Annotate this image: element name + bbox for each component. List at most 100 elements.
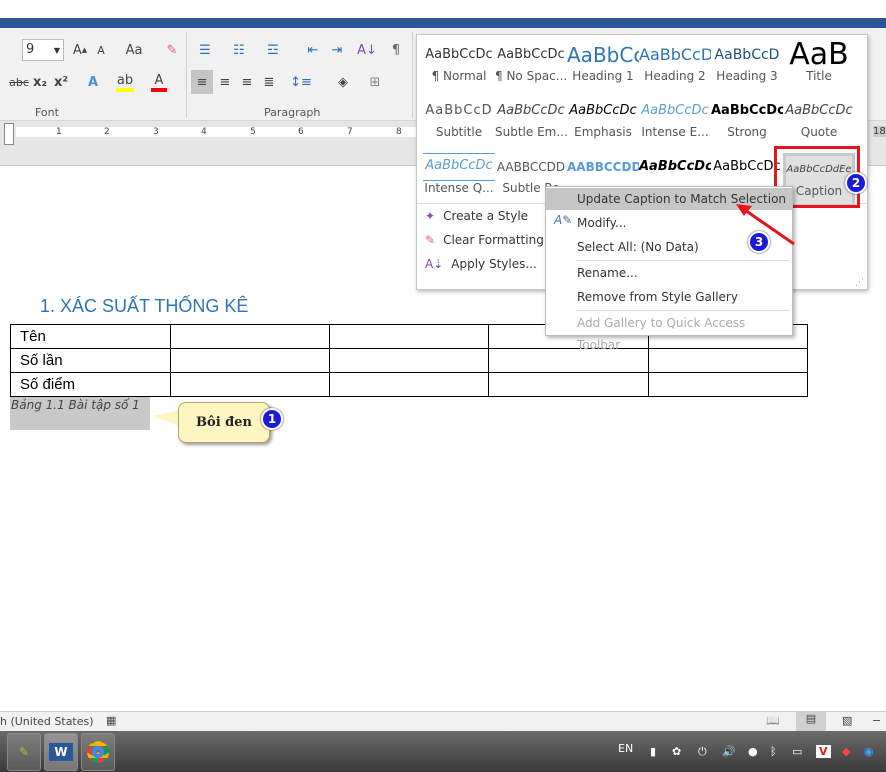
style-preview: AaBbCcDc [497,103,565,118]
gallery-command-apply-styles[interactable]: A⇣ Apply Styles... [425,257,537,271]
web-layout-icon[interactable]: ▧ [842,714,852,727]
subscript-icon[interactable]: x₂ [32,72,48,92]
menu-divider [576,310,790,311]
highlight-color-icon[interactable]: ab [116,72,134,92]
table-cell[interactable] [169,372,330,397]
increase-indent-icon[interactable]: ⇥ [326,40,348,60]
selected-caption[interactable]: Bảng 1.1 Bài tập số 1 [10,397,150,430]
network-icon[interactable]: ▮ [650,745,656,758]
table-cell[interactable] [328,372,490,397]
volume-icon[interactable]: 🔊 [722,745,736,758]
style-emphasis[interactable]: AaBbCcDc Emphasis [567,97,639,151]
table-cell[interactable]: Tên [10,324,171,349]
text-effects-icon[interactable]: A [84,72,102,92]
style-name: Heading 2 [644,69,706,83]
style-preview: AaB [789,41,849,69]
style-heading-1[interactable]: AaBbCc Heading 1 [567,41,639,95]
style-strong[interactable]: AaBbCcDc Strong [711,97,783,151]
style-preview: AaBbCcD [639,45,711,64]
multilevel-list-icon[interactable]: ☲ [262,40,284,60]
bullets-icon[interactable]: ☰ [194,40,216,60]
strikethrough-icon[interactable]: abc [8,72,30,92]
numbering-icon[interactable]: ☷ [228,40,250,60]
tray-app-icon[interactable]: ✿ [672,745,681,758]
table-cell[interactable] [488,372,649,397]
status-bar: h (United States) ▦ 📖 ▤ ▧ − [0,711,886,731]
line-spacing-icon[interactable]: ↕≡ [290,72,312,92]
menu-item-add-gallery-qat: Add Gallery to Quick Access Toolbar [577,316,746,352]
language-indicator[interactable]: EN [618,742,633,755]
table-cell[interactable] [169,324,330,349]
table-cell[interactable] [328,348,490,373]
style-title[interactable]: AaB Title [783,41,855,95]
style-normal[interactable]: AaBbCcDc ¶ Normal [423,41,495,95]
style-intense-q[interactable]: AaBbCcDc Intense Q... [423,153,495,207]
table-cell[interactable] [647,348,809,373]
table-cell[interactable] [647,372,809,397]
gallery-command-clear-formatting[interactable]: ✎ Clear Formatting [425,233,544,247]
indent-marker[interactable] [4,123,14,145]
table-cell[interactable] [488,348,649,373]
borders-icon[interactable]: ⊞ [367,72,383,92]
style-name: Subtle Em... [495,125,567,139]
clear-formatting-icon[interactable]: ✎ [162,40,182,60]
align-left-icon[interactable]: ≡ [191,70,213,94]
tray-app-icon[interactable]: ● [748,745,758,758]
unikey-icon[interactable]: V [816,745,831,758]
style-heading-2[interactable]: AaBbCcD Heading 2 [639,41,711,95]
print-layout-icon[interactable]: ▤ [796,712,826,731]
step-badge-2: 2 [845,172,867,194]
callout-tail [152,410,180,426]
show-paragraph-marks-icon[interactable]: ¶ [388,40,404,60]
shading-icon[interactable]: ◈ [333,72,353,92]
style-preview: AaBbCcDc [569,103,637,118]
power-icon[interactable]: ⏻ [698,745,707,759]
taskbar-app-word[interactable]: W [44,733,78,771]
grow-font-icon[interactable]: A ▲ [70,40,90,60]
read-mode-icon[interactable]: 📖 [766,714,780,727]
table-cell[interactable]: Số điểm [10,372,171,397]
style-no-spac[interactable]: AaBbCcDc ¶ No Spac... [495,41,567,95]
callout-label: Bôi đen [178,402,270,443]
divider [186,32,187,118]
style-name: ¶ Normal [431,69,487,83]
language-status[interactable]: h (United States) [0,715,94,728]
tray-app-icon[interactable]: ◆ [842,745,850,758]
horizontal-ruler[interactable]: 1 2 3 4 5 6 7 8 [16,127,416,137]
style-subtitle[interactable]: AaBbCcD Subtitle [423,97,495,151]
taskbar-app-chrome[interactable] [81,733,115,771]
taskbar-app-notepadpp[interactable]: ✎ [7,733,41,771]
create-style-icon: ✦ [425,209,436,223]
macro-icon[interactable]: ▦ [106,714,116,727]
style-name: Quote [800,125,838,139]
table-cell[interactable] [328,324,490,349]
superscript-icon[interactable]: x² [53,72,69,92]
menu-item-remove-from-gallery[interactable]: Remove from Style Gallery [546,286,792,308]
menu-item-rename[interactable]: Rename... [546,262,792,284]
sort-icon[interactable]: A↓ [357,40,377,60]
usb-icon[interactable]: ▭ [792,745,802,758]
shrink-font-icon[interactable]: A [92,40,110,60]
style-quote[interactable]: AaBbCcDc Quote [783,97,855,151]
title-bar [0,18,886,28]
font-color-icon[interactable]: A [151,72,167,92]
table-cell[interactable]: Số lần [10,348,171,373]
zoom-out-icon[interactable]: − [872,714,881,727]
zalo-icon[interactable]: ◉ [864,745,874,758]
align-right-icon[interactable]: ≡ [236,72,258,92]
gallery-command-create-a-style[interactable]: ✦ Create a Style [425,209,528,223]
change-case-button[interactable]: Aa [120,40,148,60]
style-preview: AaBbCc [567,43,639,67]
decrease-indent-icon[interactable]: ⇤ [302,40,324,60]
bluetooth-icon[interactable]: ᛒ [770,745,777,758]
step-badge-1: 1 [261,408,283,430]
justify-icon[interactable]: ≣ [258,72,280,92]
table-cell[interactable] [169,348,330,373]
style-subtle-em[interactable]: AaBbCcDc Subtle Em... [495,97,567,151]
style-preview: AaBbCcDc [423,153,495,181]
align-center-icon[interactable]: ≡ [214,72,236,92]
style-intense-e[interactable]: AaBbCcDc Intense E... [639,97,711,151]
style-heading-3[interactable]: AaBbCcD Heading 3 [711,41,783,95]
font-size-box[interactable]: 9 ▼ [22,39,64,61]
resize-grip-icon[interactable]: ⋰ [855,278,864,288]
